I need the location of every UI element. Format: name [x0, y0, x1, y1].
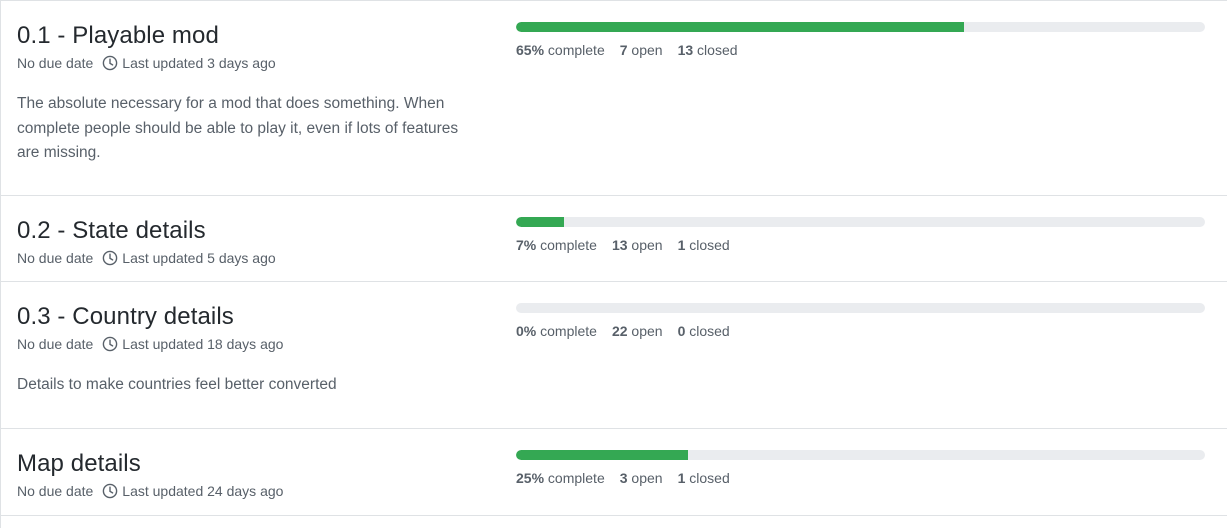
closed-issues-link[interactable]: 1 closed — [678, 469, 730, 487]
milestone-item: 0.3 - Country details No due date Last u… — [1, 282, 1227, 429]
milestone-title[interactable]: Map details — [17, 449, 487, 479]
milestone-info: 0.1 - Playable mod No due date Last upda… — [17, 21, 487, 195]
progress-stats: 0% complete 22 open 0 closed — [516, 322, 1205, 340]
open-label: open — [631, 470, 663, 486]
open-label: open — [631, 323, 663, 339]
closed-issues-link[interactable]: 13 closed — [678, 41, 738, 59]
milestone-meta: No due date Last updated 3 days ago — [17, 54, 487, 72]
open-label: open — [631, 42, 663, 58]
last-updated: Last updated 24 days ago — [122, 483, 284, 499]
milestone-progress: 65% complete 7 open 13 closed — [487, 21, 1227, 195]
closed-count: 1 — [677, 237, 686, 253]
milestone-info: Map details No due date Last updated 24 … — [17, 449, 487, 515]
due-date: No due date — [17, 336, 94, 352]
open-count: 22 — [611, 323, 628, 339]
closed-count: 0 — [677, 323, 686, 339]
percent-complete: 65% complete — [516, 41, 605, 59]
percent-complete: 7% complete — [516, 236, 597, 254]
last-updated: Last updated 3 days ago — [122, 55, 276, 71]
milestone-description: The absolute necessary for a mod that do… — [17, 95, 459, 161]
closed-count: 1 — [677, 470, 686, 486]
open-label: open — [631, 237, 663, 253]
open-issues-link[interactable]: 3 open — [620, 469, 663, 487]
clock-icon — [102, 336, 118, 352]
milestone-info: 0.3 - Country details No due date Last u… — [17, 302, 487, 428]
open-count: 3 — [619, 470, 628, 486]
due-date: No due date — [17, 250, 94, 266]
milestone-title[interactable]: 0.3 - Country details — [17, 302, 487, 332]
progress-stats: 7% complete 13 open 1 closed — [516, 236, 1205, 254]
closed-label: closed — [689, 237, 730, 253]
percent-label: complete — [540, 323, 597, 339]
progress-bar — [516, 450, 1205, 460]
percent-label: complete — [540, 237, 597, 253]
open-issues-link[interactable]: 22 open — [612, 322, 663, 340]
milestone-meta: No due date Last updated 18 days ago — [17, 335, 487, 353]
open-count: 7 — [619, 42, 628, 58]
milestone-list: 0.1 - Playable mod No due date Last upda… — [0, 0, 1227, 528]
milestone-item: Map details No due date Last updated 24 … — [1, 429, 1227, 516]
milestone-progress: 7% complete 13 open 1 closed — [487, 216, 1227, 281]
closed-count: 13 — [677, 42, 694, 58]
open-count: 13 — [611, 237, 628, 253]
milestone-title[interactable]: 0.1 - Playable mod — [17, 21, 487, 51]
percent-value: 25% — [516, 470, 545, 486]
open-issues-link[interactable]: 7 open — [620, 41, 663, 59]
closed-issues-link[interactable]: 1 closed — [678, 236, 730, 254]
percent-label: complete — [547, 42, 605, 58]
progress-fill — [516, 217, 565, 227]
percent-value: 7% — [516, 237, 537, 253]
milestone-progress: 0% complete 22 open 0 closed — [487, 302, 1227, 428]
progress-bar — [516, 303, 1205, 313]
milestone-item: 0.1 - Playable mod No due date Last upda… — [1, 1, 1227, 196]
percent-label: complete — [547, 470, 605, 486]
due-date: No due date — [17, 55, 94, 71]
milestone-info: 0.2 - State details No due date Last upd… — [17, 216, 487, 281]
closed-label: closed — [689, 323, 730, 339]
progress-bar — [516, 22, 1205, 32]
last-updated: Last updated 5 days ago — [122, 250, 276, 266]
milestone-title[interactable]: 0.2 - State details — [17, 216, 487, 246]
closed-label: closed — [697, 42, 738, 58]
milestone-progress: 25% complete 3 open 1 closed — [487, 449, 1227, 515]
percent-complete: 25% complete — [516, 469, 605, 487]
last-updated: Last updated 18 days ago — [122, 336, 284, 352]
progress-fill — [516, 22, 964, 32]
closed-issues-link[interactable]: 0 closed — [678, 322, 730, 340]
milestone-meta: No due date Last updated 24 days ago — [17, 482, 487, 500]
progress-bar — [516, 217, 1205, 227]
closed-label: closed — [689, 470, 730, 486]
percent-value: 65% — [516, 42, 545, 58]
clock-icon — [102, 55, 118, 71]
milestone-description: Details to make countries feel better co… — [17, 376, 337, 393]
clock-icon — [102, 483, 118, 499]
clock-icon — [102, 250, 118, 266]
progress-stats: 25% complete 3 open 1 closed — [516, 469, 1205, 487]
progress-stats: 65% complete 7 open 13 closed — [516, 41, 1205, 59]
milestone-item: 0.2 - State details No due date Last upd… — [1, 196, 1227, 282]
percent-value: 0% — [516, 323, 537, 339]
progress-fill — [516, 450, 689, 460]
due-date: No due date — [17, 483, 94, 499]
open-issues-link[interactable]: 13 open — [612, 236, 663, 254]
percent-complete: 0% complete — [516, 322, 597, 340]
milestone-meta: No due date Last updated 5 days ago — [17, 249, 487, 267]
